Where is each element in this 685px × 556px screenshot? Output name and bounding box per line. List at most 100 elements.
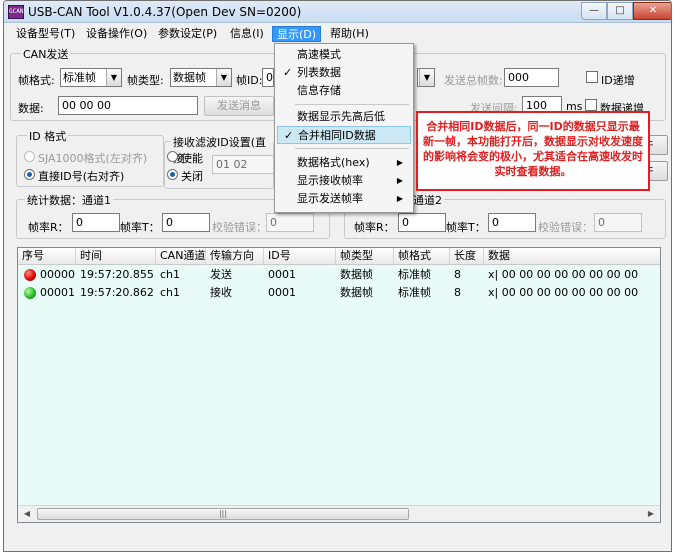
stats-right-rate-r-label: 帧率R：: [354, 221, 395, 234]
menu-display[interactable]: 显示(D): [272, 26, 322, 42]
scrollbar-thumb[interactable]: |||: [37, 508, 409, 520]
column-header-channel[interactable]: CAN通道: [156, 248, 206, 265]
sja1000-radio[interactable]: [24, 151, 35, 162]
menu-option-show-tx-rate[interactable]: 显示发送帧率 ▶: [277, 190, 411, 208]
frame-type-value: 数据帧: [173, 71, 206, 84]
menu-option-label: 高速模式: [297, 48, 341, 61]
frame-type-select[interactable]: 数据帧 ▼: [170, 68, 232, 87]
row-id: 0001: [268, 268, 296, 281]
rx-status-icon: [24, 287, 36, 299]
menu-separator: [295, 148, 409, 149]
row-seq: 00000: [40, 268, 75, 281]
data-input[interactable]: 00 00 00: [58, 96, 198, 115]
menu-option-merge-same-id[interactable]: ✓ 合并相同ID数据: [277, 126, 411, 144]
total-send-label: 发送总帧数:: [444, 74, 503, 87]
column-header-length[interactable]: 长度: [450, 248, 484, 265]
chevron-down-icon[interactable]: ▼: [106, 69, 121, 86]
menu-parameter-settings[interactable]: 参数设定(P): [154, 26, 221, 42]
submenu-arrow-icon: ▶: [396, 194, 403, 203]
window-title: USB-CAN Tool V1.0.4.37(Open Dev SN=0200): [28, 5, 302, 19]
minimize-button[interactable]: —: [581, 2, 607, 20]
scroll-right-icon[interactable]: ▶: [643, 507, 659, 521]
data-increment-checkbox[interactable]: [585, 99, 597, 111]
stats-right-error-label: 校验错误：: [538, 221, 593, 234]
menu-option-label: 数据显示先高后低: [297, 110, 385, 123]
stats-left-error-label: 校验错误：: [212, 221, 267, 234]
send-message-button[interactable]: 发送消息: [204, 96, 274, 116]
row-channel: ch1: [160, 286, 181, 299]
can-send-group-label: CAN发送: [21, 46, 71, 62]
menu-option-list-data[interactable]: ✓ 列表数据: [277, 64, 411, 82]
chevron-down-icon[interactable]: ▼: [216, 69, 231, 86]
row-frame-type: 数据帧: [340, 286, 373, 299]
direct-id-label: 直接ID号(右对齐): [38, 170, 125, 183]
stats-right-error-input: 0: [594, 213, 642, 232]
menu-info[interactable]: 信息(I): [226, 26, 268, 42]
row-length: 8: [454, 286, 461, 299]
direct-id-radio[interactable]: [24, 169, 35, 180]
stats-right-rate-t-input: 0: [488, 213, 536, 232]
display-menu-dropdown: 高速模式 ✓ 列表数据 信息存储 数据显示先高后低 ✓ 合并相同ID数据 数据格…: [274, 43, 414, 213]
stats-right-group-label: 通道2: [411, 192, 444, 208]
frame-format-value: 标准帧: [63, 71, 96, 84]
check-icon: ✓: [284, 129, 294, 142]
menu-option-high-byte-first[interactable]: 数据显示先高后低: [277, 108, 411, 126]
row-frame-format: 标准帧: [398, 268, 431, 281]
frame-format-select[interactable]: 标准帧 ▼: [60, 68, 122, 87]
column-header-frame-type[interactable]: 帧类型: [336, 248, 394, 265]
filter-enable-label: 使能: [181, 152, 203, 165]
title-bar[interactable]: GCAN USB-CAN Tool V1.0.4.37(Open Dev SN=…: [4, 1, 671, 23]
id-increment-checkbox[interactable]: [586, 71, 598, 83]
stats-right-rate-t-label: 帧率T：: [446, 221, 486, 234]
filter-disable-radio[interactable]: [167, 169, 178, 180]
total-send-input[interactable]: 000: [504, 68, 559, 87]
stats-right-rate-r-input: 0: [398, 213, 446, 232]
row-seq: 00001: [40, 286, 75, 299]
message-table[interactable]: 序号 时间 CAN通道 传输方向 ID号 帧类型 帧格式 长度 数据 00000…: [17, 247, 661, 523]
table-row[interactable]: 00001 19:57:20.862 ch1 接收 0001 数据帧 标准帧 8…: [18, 284, 660, 302]
frame-id-input[interactable]: 0: [262, 68, 274, 87]
menu-device-operation[interactable]: 设备操作(O): [82, 26, 151, 42]
menu-option-high-speed-mode[interactable]: 高速模式: [277, 46, 411, 64]
column-header-seq[interactable]: 序号: [18, 248, 76, 265]
row-direction: 接收: [210, 286, 232, 299]
menu-option-label: 显示发送帧率: [297, 192, 363, 205]
menu-option-label: 列表数据: [297, 66, 341, 79]
menu-option-label: 合并相同ID数据: [298, 129, 376, 142]
submenu-arrow-icon: ▶: [396, 176, 403, 185]
menu-option-data-format[interactable]: 数据格式(hex) ▶: [277, 154, 411, 172]
filter-id-input[interactable]: 01 02: [212, 155, 274, 174]
column-header-data[interactable]: 数据: [484, 248, 660, 265]
chevron-down-icon[interactable]: ▼: [419, 69, 434, 86]
row-time: 19:57:20.855: [80, 268, 154, 281]
row-frame-format: 标准帧: [398, 286, 431, 299]
right-select[interactable]: ▼: [417, 68, 435, 87]
filter-disable-label: 关闭: [181, 170, 203, 183]
app-icon: GCAN: [8, 5, 24, 19]
close-button[interactable]: ✕: [633, 2, 671, 20]
scroll-left-icon[interactable]: ◀: [19, 507, 35, 521]
menu-separator: [295, 104, 409, 105]
menu-option-label: 显示接收帧率: [297, 174, 363, 187]
horizontal-scrollbar[interactable]: ◀ ||| ▶: [18, 505, 660, 522]
stats-left-rate-r-label: 帧率R：: [28, 221, 69, 234]
filter-enable-radio[interactable]: [167, 151, 178, 162]
main-window: GCAN USB-CAN Tool V1.0.4.37(Open Dev SN=…: [3, 0, 672, 552]
check-icon: ✓: [283, 66, 293, 79]
row-data: x| 00 00 00 00 00 00 00 00: [488, 268, 639, 281]
annotation-callout: 合并相同ID数据后，同一ID的数据只显示最新一帧，本功能打开后，数据显示对收发速…: [416, 111, 650, 191]
column-header-id[interactable]: ID号: [264, 248, 336, 265]
id-format-group-label: ID 格式: [27, 128, 69, 144]
table-row[interactable]: 00000 19:57:20.855 ch1 发送 0001 数据帧 标准帧 8…: [18, 266, 660, 284]
menu-help[interactable]: 帮助(H): [326, 26, 373, 42]
column-header-direction[interactable]: 传输方向: [206, 248, 264, 265]
column-header-time[interactable]: 时间: [76, 248, 156, 265]
menu-option-info-storage[interactable]: 信息存储: [277, 82, 411, 100]
menu-device-model[interactable]: 设备型号(T): [12, 26, 79, 42]
row-length: 8: [454, 268, 461, 281]
row-channel: ch1: [160, 268, 181, 281]
column-header-frame-format[interactable]: 帧格式: [394, 248, 450, 265]
menu-option-show-rx-rate[interactable]: 显示接收帧率 ▶: [277, 172, 411, 190]
menu-option-label: 信息存储: [297, 84, 341, 97]
maximize-button[interactable]: □: [607, 2, 633, 20]
